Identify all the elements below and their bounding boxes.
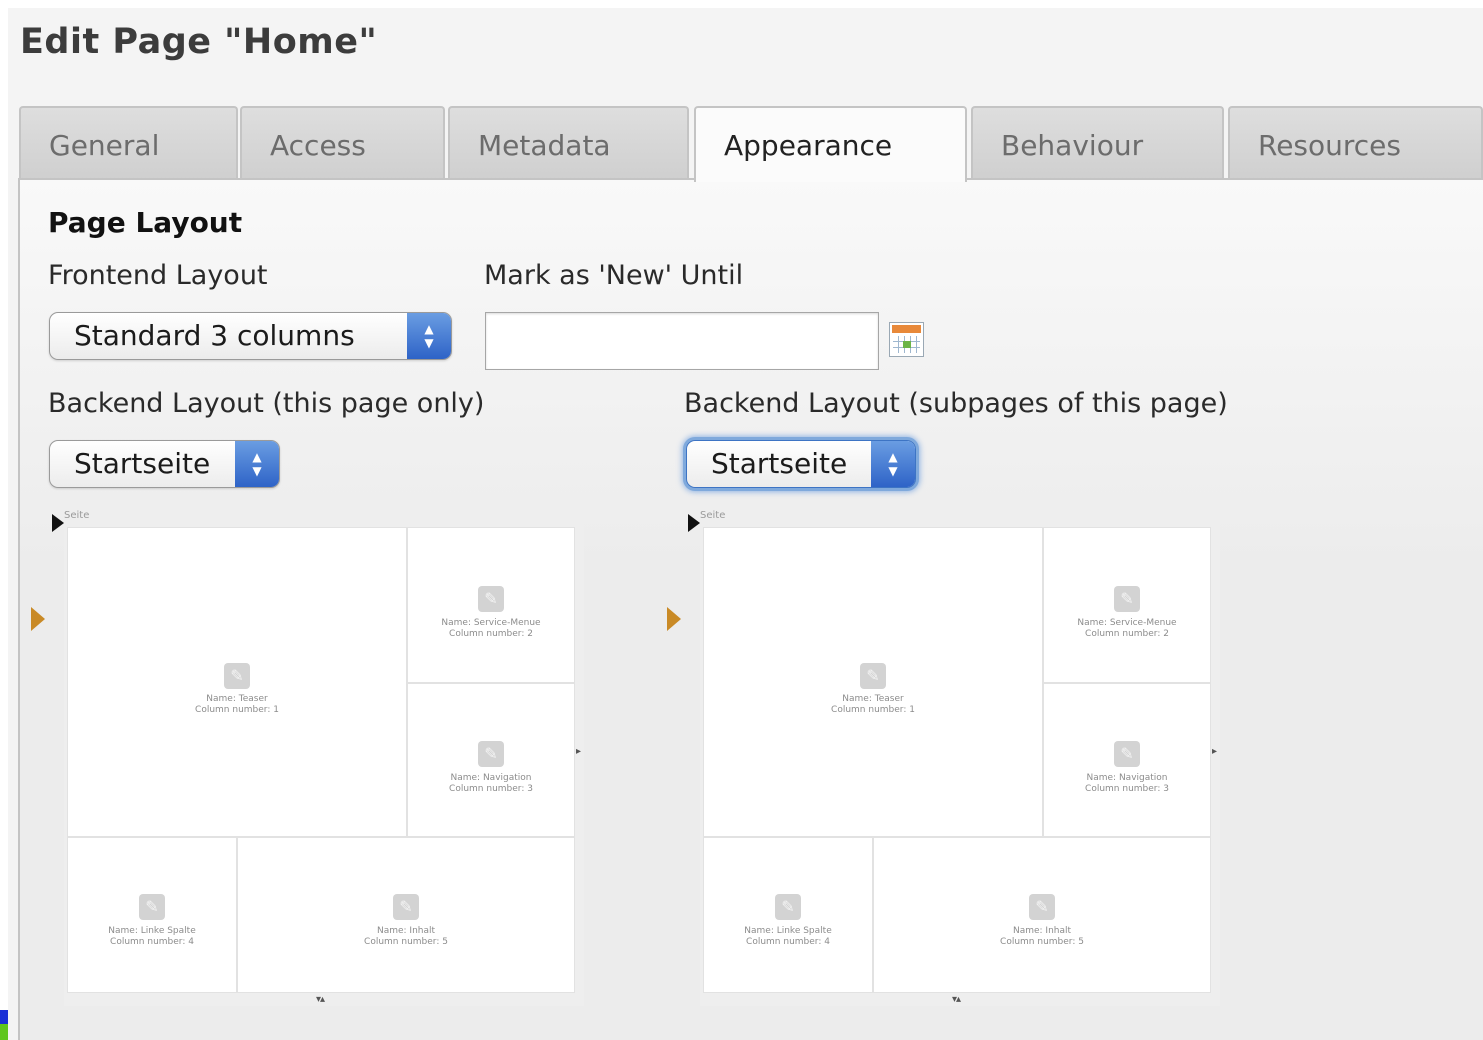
corner-decoration — [0, 1010, 8, 1024]
backend-layout-subpages-select[interactable]: Startseite ▲ ▼ — [686, 440, 916, 488]
content-icon: ✎ — [478, 586, 504, 612]
column-number: Column number: 3 — [1085, 784, 1169, 794]
tab-label: Resources — [1258, 129, 1401, 162]
tab-behaviour[interactable]: Behaviour — [971, 106, 1224, 180]
resize-handle-icon[interactable]: ▸ — [1212, 746, 1217, 757]
tab-resources[interactable]: Resources — [1228, 106, 1483, 180]
content-icon: ✎ — [1114, 741, 1140, 767]
backend-layout-page-value: Startseite — [74, 447, 211, 480]
layout-column-teaser: ✎ Name: Teaser Column number: 1 — [703, 527, 1043, 837]
page-title: Edit Page "Home" — [20, 22, 378, 62]
column-name: Name: Teaser — [842, 694, 904, 704]
content-icon: ✎ — [1114, 586, 1140, 612]
frontend-layout-label: Frontend Layout — [48, 260, 268, 291]
column-name: Name: Navigation — [450, 773, 532, 783]
tab-general[interactable]: General — [19, 106, 238, 180]
column-name: Name: Inhalt — [376, 926, 436, 936]
backend-layout-subpages-label: Backend Layout (subpages of this page) — [684, 388, 1228, 419]
backend-layout-page-select[interactable]: Startseite ▲ ▼ — [49, 440, 280, 488]
layout-preview-subpages: Seite ✎ Name: Teaser Column number: 1 ✎ … — [700, 506, 1220, 1006]
new-until-label: Mark as 'New' Until — [484, 260, 744, 291]
layout-column-navigation: ✎ Name: Navigation Column number: 3 — [1043, 683, 1211, 837]
column-number: Column number: 2 — [1085, 629, 1169, 639]
column-number: Column number: 3 — [449, 784, 533, 794]
tab-label: General — [49, 129, 160, 162]
column-number: Column number: 5 — [1000, 937, 1084, 947]
content-icon: ✎ — [1029, 894, 1055, 920]
select-arrows-icon: ▲ ▼ — [235, 441, 279, 487]
preview-title: Seite — [64, 510, 90, 521]
tab-label: Behaviour — [1001, 129, 1144, 162]
column-name: Name: Linke Spalte — [108, 926, 196, 936]
resize-handle-icon[interactable]: ▾▴ — [952, 994, 961, 1005]
layout-column-teaser: ✎ Name: Teaser Column number: 1 — [67, 527, 407, 837]
column-name: Name: Inhalt — [1012, 926, 1072, 936]
tab-label: Appearance — [724, 129, 893, 162]
expand-arrow-icon[interactable] — [688, 514, 700, 532]
tab-access[interactable]: Access — [240, 106, 445, 180]
column-number: Column number: 1 — [195, 705, 279, 715]
column-name: Name: Teaser — [206, 694, 268, 704]
column-number: Column number: 4 — [110, 937, 194, 947]
select-arrows-icon: ▲ ▼ — [407, 313, 451, 359]
content-icon: ✎ — [139, 894, 165, 920]
backend-layout-page-label: Backend Layout (this page only) — [48, 388, 485, 419]
tab-appearance[interactable]: Appearance — [694, 106, 967, 182]
column-name: Name: Service-Menue — [441, 618, 541, 628]
column-number: Column number: 2 — [449, 629, 533, 639]
tab-metadata[interactable]: Metadata — [448, 106, 689, 180]
tab-label: Metadata — [478, 129, 611, 162]
layout-column-linke-spalte: ✎ Name: Linke Spalte Column number: 4 — [703, 837, 873, 993]
expand-arrow-icon[interactable] — [52, 514, 64, 532]
corner-decoration — [0, 1024, 8, 1040]
layout-column-navigation: ✎ Name: Navigation Column number: 3 — [407, 683, 575, 837]
frontend-layout-value: Standard 3 columns — [74, 319, 355, 352]
new-until-input[interactable] — [485, 312, 879, 370]
column-name: Name: Service-Menue — [1077, 618, 1177, 628]
expand-arrow-icon[interactable] — [667, 607, 681, 631]
calendar-icon[interactable] — [889, 322, 924, 357]
layout-column-linke-spalte: ✎ Name: Linke Spalte Column number: 4 — [67, 837, 237, 993]
resize-handle-icon[interactable]: ▸ — [576, 746, 581, 757]
content-icon: ✎ — [478, 741, 504, 767]
resize-handle-icon[interactable]: ▾▴ — [316, 994, 325, 1005]
column-number: Column number: 1 — [831, 705, 915, 715]
layout-column-service-menue: ✎ Name: Service-Menue Column number: 2 — [1043, 527, 1211, 683]
content-icon: ✎ — [860, 663, 886, 689]
preview-title: Seite — [700, 510, 726, 521]
column-name: Name: Navigation — [1086, 773, 1168, 783]
content-icon: ✎ — [224, 663, 250, 689]
layout-preview-page: Seite ✎ Name: Teaser Column number: 1 ✎ … — [64, 506, 584, 1006]
section-heading-page-layout: Page Layout — [48, 206, 243, 239]
select-arrows-icon: ▲ ▼ — [871, 441, 915, 487]
layout-column-inhalt: ✎ Name: Inhalt Column number: 5 — [873, 837, 1211, 993]
content-icon: ✎ — [775, 894, 801, 920]
content-icon: ✎ — [393, 894, 419, 920]
layout-column-inhalt: ✎ Name: Inhalt Column number: 5 — [237, 837, 575, 993]
tab-label: Access — [270, 129, 366, 162]
frontend-layout-select[interactable]: Standard 3 columns ▲ ▼ — [49, 312, 452, 360]
layout-column-service-menue: ✎ Name: Service-Menue Column number: 2 — [407, 527, 575, 683]
column-name: Name: Linke Spalte — [744, 926, 832, 936]
expand-arrow-icon[interactable] — [31, 607, 45, 631]
column-number: Column number: 5 — [364, 937, 448, 947]
column-number: Column number: 4 — [746, 937, 830, 947]
backend-layout-subpages-value: Startseite — [711, 447, 848, 480]
